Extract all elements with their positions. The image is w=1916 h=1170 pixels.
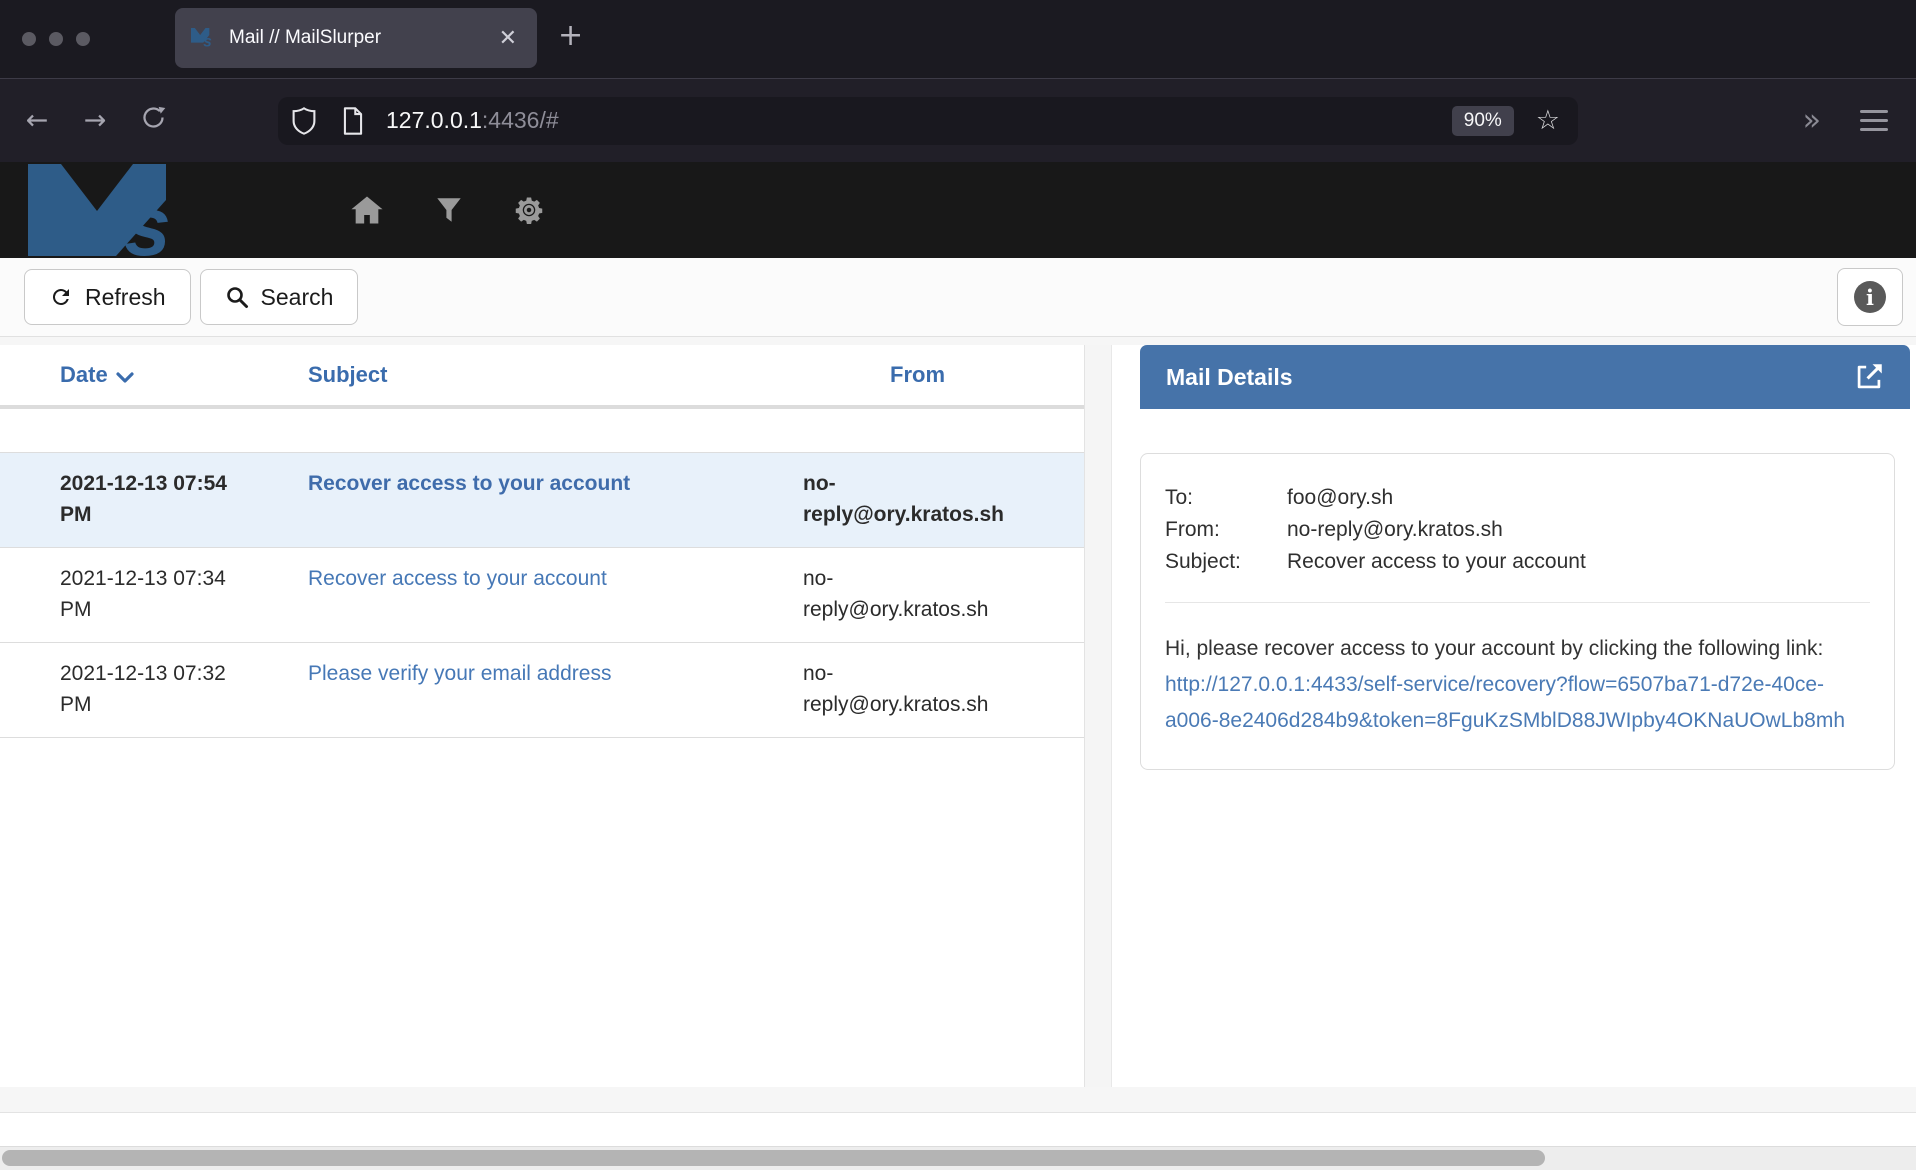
- tab-favicon-icon: s: [191, 27, 217, 49]
- mail-subject: Recover access to your account: [300, 563, 795, 625]
- mail-subject-link[interactable]: Recover access to your account: [308, 472, 630, 495]
- new-tab-button[interactable]: +: [558, 18, 583, 54]
- detail-from-row: From: no-reply@ory.kratos.sh: [1165, 514, 1870, 546]
- mail-date: 2021-12-13 07:34 PM: [0, 563, 300, 625]
- back-icon[interactable]: ←: [8, 105, 66, 136]
- mail-body-text: Hi, please recover access to your accoun…: [1165, 637, 1823, 660]
- horizontal-scrollbar[interactable]: [0, 1146, 1916, 1170]
- mail-subject: Recover access to your account: [300, 468, 795, 530]
- mail-body: Hi, please recover access to your accoun…: [1165, 631, 1865, 739]
- url-bar[interactable]: 127.0.0.1:4436/# 90% ☆: [278, 97, 1578, 145]
- browser-titlebar: s Mail // MailSlurper ✕ +: [0, 0, 1916, 78]
- window-dot[interactable]: [49, 32, 63, 46]
- panel-gutter: [1085, 345, 1112, 1087]
- mail-subject-link[interactable]: Please verify your email address: [308, 662, 611, 685]
- mail-subject: Please verify your email address: [300, 658, 795, 720]
- page-icon[interactable]: [340, 106, 366, 136]
- sort-desc-icon: [116, 364, 134, 389]
- horizontal-scrollbar-thumb[interactable]: [2, 1150, 1545, 1166]
- to-label: To:: [1165, 482, 1287, 514]
- window-controls[interactable]: [22, 32, 90, 46]
- tab-close-icon[interactable]: ✕: [495, 26, 521, 51]
- mail-details-panel: Mail Details To: foo@ory.sh From: no-rep…: [1112, 345, 1916, 1087]
- mail-date: 2021-12-13 07:54 PM: [0, 468, 300, 530]
- tab-title: Mail // MailSlurper: [229, 27, 495, 49]
- table-row[interactable]: 2021-12-13 07:54 PM Recover access to yo…: [0, 452, 1084, 547]
- hamburger-menu-icon[interactable]: [1860, 110, 1888, 131]
- search-label: Search: [261, 284, 334, 311]
- mail-details-card: To: foo@ory.sh From: no-reply@ory.kratos…: [1140, 453, 1895, 770]
- info-button[interactable]: i: [1837, 268, 1903, 326]
- filter-icon[interactable]: [436, 197, 462, 223]
- svg-text:s: s: [124, 179, 171, 256]
- recovery-link[interactable]: http://127.0.0.1:4433/self-service/recov…: [1165, 673, 1845, 732]
- bookmark-star-icon[interactable]: ☆: [1536, 105, 1560, 136]
- url-host: 127.0.0.1: [386, 107, 482, 133]
- refresh-button[interactable]: Refresh: [24, 269, 191, 325]
- window-dot[interactable]: [76, 32, 90, 46]
- refresh-icon: [49, 285, 73, 309]
- table-row[interactable]: 2021-12-13 07:34 PM Recover access to yo…: [0, 547, 1084, 642]
- url-text[interactable]: 127.0.0.1:4436/#: [386, 107, 1452, 134]
- mail-date: 2021-12-13 07:32 PM: [0, 658, 300, 720]
- detail-to-row: To: foo@ory.sh: [1165, 482, 1870, 514]
- column-header-subject[interactable]: Subject: [300, 362, 795, 388]
- subject-label: Subject:: [1165, 546, 1287, 578]
- mail-list-header: Date Subject From: [0, 345, 1084, 409]
- mail-rows: 2021-12-13 07:54 PM Recover access to yo…: [0, 452, 1084, 738]
- search-button[interactable]: Search: [200, 269, 359, 325]
- svg-text:s: s: [203, 33, 212, 49]
- mail-from: no-reply@ory.kratos.sh: [795, 468, 1084, 530]
- column-header-from[interactable]: From: [795, 362, 1084, 388]
- url-path: :4436/#: [482, 107, 559, 133]
- mail-list-panel: Date Subject From 2021-12-13 07:54 PM Re…: [0, 345, 1085, 1087]
- home-icon[interactable]: [350, 195, 384, 225]
- shield-icon[interactable]: [290, 106, 318, 136]
- reload-icon[interactable]: [124, 104, 182, 138]
- from-label: From:: [1165, 514, 1287, 546]
- page-gap: [0, 337, 1916, 345]
- subject-value: Recover access to your account: [1287, 546, 1586, 578]
- app-toolbar: Refresh Search i: [0, 258, 1916, 337]
- zoom-level-badge[interactable]: 90%: [1452, 106, 1514, 136]
- page-bottom-strip: [0, 1113, 1916, 1146]
- refresh-label: Refresh: [85, 284, 166, 311]
- to-value: foo@ory.sh: [1287, 482, 1393, 514]
- mail-details-header: Mail Details: [1140, 345, 1910, 409]
- settings-gear-icon[interactable]: [514, 195, 544, 225]
- window-dot[interactable]: [22, 32, 36, 46]
- mailslurper-header: s: [0, 162, 1916, 258]
- mail-subject-link[interactable]: Recover access to your account: [308, 567, 607, 590]
- from-value: no-reply@ory.kratos.sh: [1287, 514, 1503, 546]
- search-icon: [225, 285, 249, 309]
- mail-from: no-reply@ory.kratos.sh: [795, 563, 1084, 625]
- table-row[interactable]: 2021-12-13 07:32 PM Please verify your e…: [0, 642, 1084, 738]
- main-content: Date Subject From 2021-12-13 07:54 PM Re…: [0, 345, 1916, 1087]
- mail-details-title: Mail Details: [1140, 364, 1852, 391]
- content-footer-strip: [0, 1087, 1916, 1113]
- browser-tab[interactable]: s Mail // MailSlurper ✕: [175, 8, 537, 68]
- forward-icon[interactable]: →: [66, 105, 124, 136]
- detail-subject-row: Subject: Recover access to your account: [1165, 546, 1870, 578]
- column-header-date[interactable]: Date: [0, 362, 300, 388]
- browser-navbar: ← → 127.0.0.1:4436/# 90% ☆ »: [0, 78, 1916, 162]
- overflow-chevrons-icon[interactable]: »: [1803, 103, 1818, 138]
- open-external-icon[interactable]: [1852, 360, 1886, 394]
- mail-from: no-reply@ory.kratos.sh: [795, 658, 1084, 720]
- info-icon: i: [1854, 281, 1886, 313]
- mailslurper-logo: s: [28, 164, 258, 256]
- card-divider: [1165, 602, 1870, 603]
